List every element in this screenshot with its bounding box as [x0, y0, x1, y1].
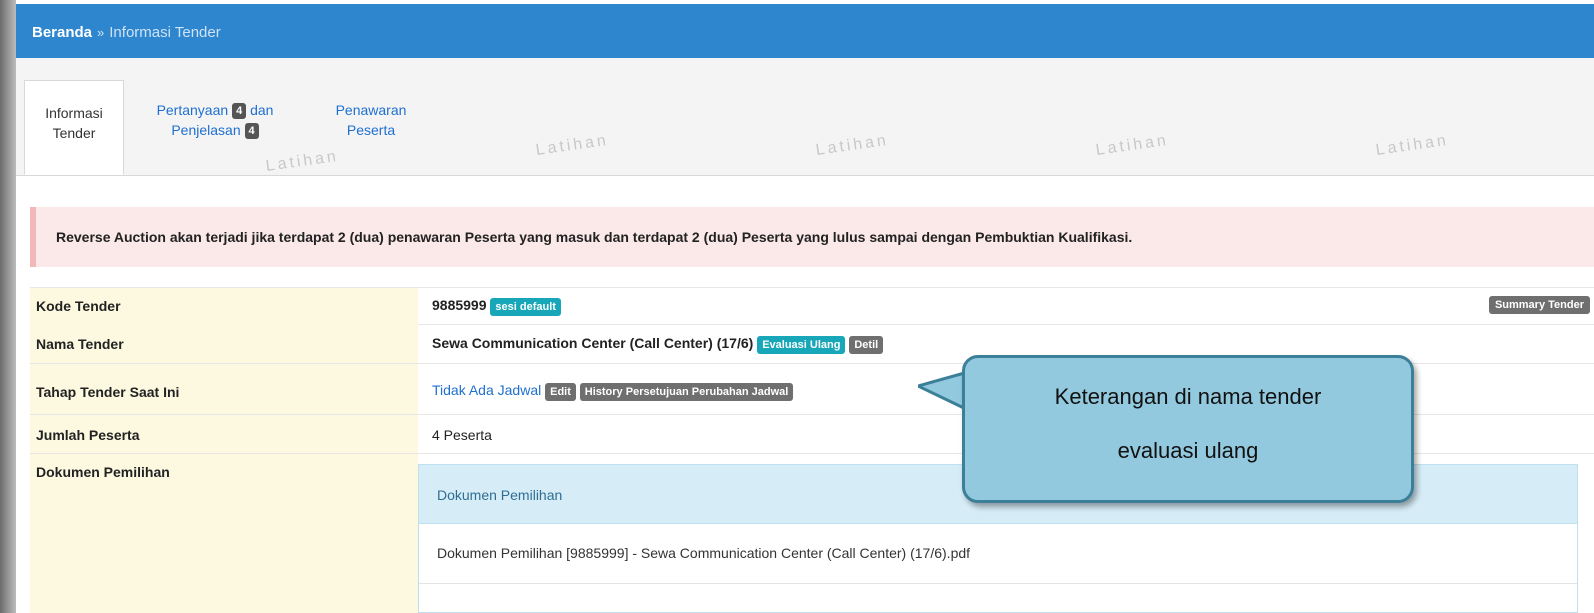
history-persetujuan-button[interactable]: History Persetujuan Perubahan Jadwal [579, 383, 794, 401]
tab-bar: Informasi Tender Pertanyaan 4 dan Penjel… [16, 58, 1594, 176]
tab-penawaran-line1: Penawaran [335, 102, 407, 118]
breadcrumb-current: Informasi Tender [109, 24, 221, 41]
label-tahap-tender-text: Tahap Tender Saat Ini [36, 384, 180, 400]
jumlah-peserta-value: 4 Peserta [432, 427, 492, 443]
tab-pertanyaan-label: Pertanyaan [156, 102, 229, 118]
detil-button[interactable]: Detil [849, 336, 884, 354]
tab-penawaran-line2: Peserta [346, 122, 396, 138]
summary-tender-button[interactable]: Summary Tender [1488, 296, 1590, 314]
edit-jadwal-button[interactable]: Edit [545, 383, 576, 401]
breadcrumb-home-link[interactable]: Beranda [32, 24, 92, 41]
tab-informasi-line2: Tender [52, 125, 96, 141]
watermark: Latihan [814, 131, 890, 159]
watermark: Latihan [1374, 131, 1450, 159]
tab-penjelasan-label: Penjelasan [171, 122, 241, 138]
label-jumlah-peserta-text: Jumlah Peserta [36, 427, 140, 443]
tidak-ada-jadwal-link[interactable]: Tidak Ada Jadwal [432, 382, 541, 398]
callout-line2: evaluasi ulang [1117, 438, 1259, 463]
tab-dan-label: dan [250, 102, 274, 118]
watermark: Latihan [534, 131, 610, 159]
sesi-default-badge: sesi default [490, 298, 561, 316]
tab-penawaran-peserta[interactable]: Penawaran Peserta [316, 100, 426, 140]
label-kode-tender-text: Kode Tender [36, 298, 121, 314]
pertanyaan-count-badge: 4 [232, 103, 247, 119]
top-navbar: Beranda » Informasi Tender [16, 4, 1594, 58]
doc-panel-title: Dokumen Pemilihan [437, 487, 563, 503]
value-kode-tender: 9885999 sesi default Summary Tender [432, 288, 1594, 324]
label-dokumen-pemilihan-text: Dokumen Pemilihan [36, 464, 170, 480]
label-nama-tender: Nama Tender [30, 324, 418, 363]
tab-pertanyaan-penjelasan[interactable]: Pertanyaan 4 dan Penjelasan 4 [140, 100, 290, 140]
reverse-auction-alert: Reverse Auction akan terjadi jika terdap… [30, 207, 1594, 267]
page: Beranda » Informasi Tender Informasi Tende… [16, 0, 1594, 613]
tab-informasi-tender[interactable]: Informasi Tender [24, 80, 124, 175]
penjelasan-count-badge: 4 [244, 123, 259, 139]
breadcrumb-separator: » [97, 25, 105, 40]
doc-file-name: Dokumen Pemilihan [9885999] - Sewa Commu… [437, 545, 971, 561]
tab-informasi-line1: Informasi [45, 105, 103, 121]
breadcrumb: Beranda » Informasi Tender [32, 24, 221, 41]
doc-file-link[interactable]: Dokumen Pemilihan [9885999] - Sewa Commu… [419, 523, 1577, 584]
nama-tender-value: Sewa Communication Center (Call Center) … [432, 335, 754, 351]
watermark: Latihan [264, 147, 340, 175]
label-kode-tender: Kode Tender [30, 288, 418, 324]
callout-line1: Keterangan di nama tender [1054, 384, 1322, 409]
window-frame-edge [0, 0, 16, 613]
evaluasi-ulang-badge: Evaluasi Ulang [757, 336, 846, 354]
label-nama-tender-text: Nama Tender [36, 336, 124, 352]
label-tahap-tender: Tahap Tender Saat Ini [30, 364, 418, 414]
alert-text: Reverse Auction akan terjadi jika terdap… [56, 229, 1133, 245]
annotation-callout: Keterangan di nama tender evaluasi ulang [962, 355, 1414, 503]
row-kode-tender: Kode Tender 9885999 sesi default Summary… [30, 287, 1594, 325]
label-dokumen-pemilihan: Dokumen Pemilihan [30, 454, 418, 613]
watermark: Latihan [1094, 131, 1170, 159]
label-jumlah-peserta: Jumlah Peserta [30, 415, 418, 453]
kode-tender-value: 9885999 [432, 297, 487, 313]
